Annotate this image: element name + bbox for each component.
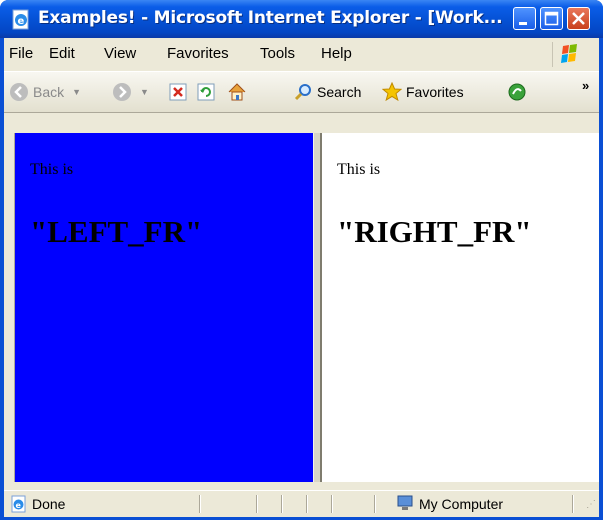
right-frame-heading: "RIGHT_FR"	[337, 214, 532, 249]
favorites-button[interactable]: Favorites	[382, 81, 464, 103]
window-title: Examples! - Microsoft Internet Explorer …	[38, 8, 503, 28]
menu-file[interactable]: File	[9, 45, 33, 62]
left-frame-heading: "LEFT_FR"	[30, 214, 203, 249]
status-divider	[331, 495, 333, 513]
forward-button[interactable]: ▼	[112, 81, 149, 103]
forward-dropdown-icon[interactable]: ▼	[140, 87, 149, 97]
svg-text:e: e	[18, 16, 25, 27]
close-icon	[572, 12, 585, 25]
menu-tools[interactable]: Tools	[260, 45, 295, 62]
home-icon	[228, 83, 246, 101]
refresh-button[interactable]	[197, 81, 215, 103]
search-button[interactable]: Search	[293, 81, 361, 103]
minimize-icon	[519, 22, 527, 25]
close-button[interactable]	[567, 7, 590, 30]
menu-edit[interactable]: Edit	[49, 45, 75, 62]
toolbar-more-chevron[interactable]: »	[582, 78, 589, 93]
menu-view[interactable]: View	[104, 45, 136, 62]
status-bar: e Done My Computer ⋰	[4, 490, 599, 517]
status-text: Done	[32, 496, 66, 512]
menu-favorites[interactable]: Favorites	[167, 45, 229, 62]
back-button[interactable]: Back ▼	[9, 81, 81, 103]
ie-page-icon: e	[10, 495, 28, 516]
frameset: This is "LEFT_FR" This is "RIGHT_FR"	[15, 133, 599, 482]
ie-page-icon: e	[11, 9, 32, 30]
status-divider	[256, 495, 258, 513]
frame-splitter[interactable]	[313, 133, 322, 482]
windows-logo-icon	[552, 42, 587, 67]
stop-icon	[169, 83, 187, 101]
status-divider	[374, 495, 376, 513]
home-button[interactable]	[227, 81, 247, 103]
right-frame-text: This is	[337, 161, 381, 178]
status-divider	[572, 495, 574, 513]
forward-icon	[113, 83, 131, 101]
resize-grip[interactable]: ⋰	[586, 499, 596, 510]
media-icon	[508, 83, 526, 101]
menu-help[interactable]: Help	[321, 45, 352, 62]
status-divider	[199, 495, 201, 513]
stop-button[interactable]	[169, 81, 187, 103]
title-bar[interactable]: e Examples! - Microsoft Internet Explore…	[0, 0, 603, 38]
maximize-icon	[544, 11, 559, 26]
status-divider	[306, 495, 308, 513]
back-label: Back	[33, 84, 65, 100]
search-label: Search	[317, 84, 362, 100]
right-frame: This is "RIGHT_FR"	[322, 133, 599, 482]
favorites-star-icon	[382, 82, 402, 102]
minimize-button[interactable]	[513, 7, 536, 30]
svg-text:e: e	[16, 501, 22, 510]
favorites-label: Favorites	[406, 84, 464, 100]
left-frame-text: This is	[30, 161, 74, 178]
status-divider	[281, 495, 283, 513]
refresh-icon	[197, 83, 215, 101]
browser-window: e Examples! - Microsoft Internet Explore…	[0, 0, 603, 520]
menu-bar: File Edit View Favorites Tools Help	[4, 38, 599, 72]
search-icon	[294, 84, 311, 101]
media-button[interactable]	[507, 81, 527, 103]
standard-toolbar: Back ▼ ▼ Search Favorites »	[4, 72, 599, 113]
my-computer-icon	[396, 494, 414, 515]
status-zone: My Computer	[419, 496, 504, 512]
back-icon	[10, 83, 28, 101]
back-dropdown-icon[interactable]: ▼	[72, 87, 81, 97]
maximize-button[interactable]	[540, 7, 563, 30]
window-left-border	[4, 133, 15, 482]
left-frame: This is "LEFT_FR"	[15, 133, 313, 482]
